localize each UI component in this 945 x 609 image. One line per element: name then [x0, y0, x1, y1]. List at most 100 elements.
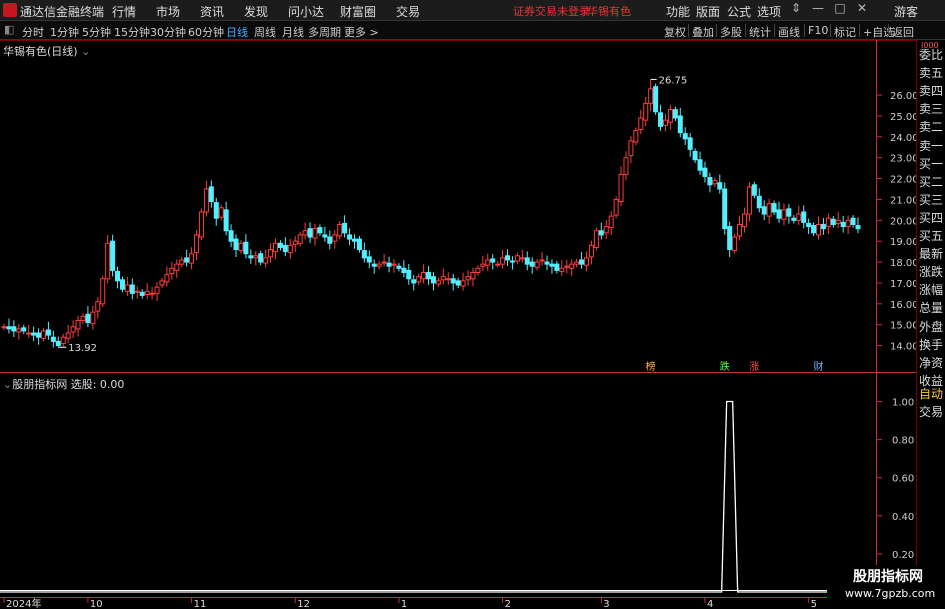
- candle-body: [366, 256, 372, 263]
- candle-body: [485, 259, 491, 266]
- candle-body: [766, 203, 772, 217]
- candle-body: [119, 279, 125, 290]
- period-tab[interactable]: 分时: [22, 24, 44, 40]
- maximize-icon[interactable]: □: [830, 1, 850, 19]
- toolbar-button[interactable]: +自选: [863, 24, 894, 40]
- candle-body: [347, 234, 353, 240]
- menu-item[interactable]: 问小达: [288, 3, 324, 20]
- toolbar-button[interactable]: 画线: [778, 24, 800, 40]
- candle-body: [529, 261, 535, 267]
- candle-body: [756, 195, 762, 209]
- toolbar-button[interactable]: 标记: [834, 24, 856, 40]
- price-tick-label: 23.00: [890, 154, 916, 165]
- candle-body: [31, 332, 37, 336]
- price-tick-label: 17.00: [890, 279, 916, 290]
- price-tick-label: 18.00: [890, 258, 916, 269]
- period-tab[interactable]: 多周期: [308, 24, 341, 40]
- close-icon[interactable]: ✕: [852, 1, 872, 19]
- candle-body: [840, 221, 846, 228]
- candle-body: [70, 326, 76, 333]
- trade-login-notice[interactable]: 证券交易未登录: [513, 3, 590, 19]
- toolbar-button[interactable]: F10: [808, 24, 828, 37]
- candle-body: [396, 265, 402, 269]
- candle-body: [371, 263, 377, 267]
- candle-body: [105, 242, 111, 280]
- candle-body: [500, 257, 506, 265]
- candle-body: [248, 255, 254, 259]
- candle-body: [677, 115, 683, 134]
- period-tab[interactable]: 30分钟: [150, 24, 186, 40]
- price-tick-label: 22.00: [890, 175, 916, 186]
- candle-body: [144, 290, 150, 295]
- quote-row-label: 买五: [919, 229, 944, 243]
- candle-body: [218, 207, 224, 218]
- price-tick-label: 25.00: [890, 112, 916, 123]
- toolbar-button[interactable]: 返回: [892, 24, 914, 40]
- candle-body: [100, 278, 106, 305]
- candle-body: [855, 225, 861, 230]
- candle-body: [741, 213, 747, 228]
- period-tab[interactable]: 周线: [254, 24, 276, 40]
- toolbar-button[interactable]: 复权: [664, 24, 686, 40]
- candle-body: [648, 88, 654, 104]
- candle-body: [115, 270, 121, 282]
- price-tick-label: 20.00: [890, 216, 916, 227]
- toolbar-button[interactable]: 多股: [720, 24, 742, 40]
- menu-item[interactable]: 行情: [112, 3, 136, 20]
- quote-bottom-label[interactable]: 交易: [919, 403, 945, 421]
- toolbar-button[interactable]: 统计: [749, 24, 771, 40]
- candle-body: [203, 188, 209, 213]
- indicator-tick-label: 0.80: [892, 436, 914, 447]
- menu-item[interactable]: 交易: [396, 3, 420, 20]
- period-tab[interactable]: 更多 >: [344, 24, 379, 40]
- right-menu-item[interactable]: 版面: [696, 3, 720, 20]
- candle-body: [544, 261, 550, 265]
- right-menu-item[interactable]: 公式: [727, 3, 751, 20]
- menu-item[interactable]: 市场: [156, 3, 180, 20]
- candle-body: [440, 276, 446, 281]
- candle-body: [845, 219, 851, 228]
- period-tab[interactable]: 月线: [282, 24, 304, 40]
- quote-row-label: 总量: [919, 301, 944, 316]
- candle-body: [80, 315, 86, 322]
- candle-body: [662, 119, 668, 126]
- minimize-icon[interactable]: —: [808, 1, 828, 19]
- candle-body: [628, 140, 634, 157]
- period-tab[interactable]: 1分钟: [50, 24, 79, 40]
- period-tab[interactable]: 15分钟: [114, 24, 150, 40]
- candle-body: [465, 276, 471, 281]
- period-tab[interactable]: 60分钟: [188, 24, 224, 40]
- candle-body: [60, 336, 66, 344]
- quote-bottom-label[interactable]: 自动: [919, 385, 945, 403]
- menu-item[interactable]: 发现: [244, 3, 268, 20]
- price-tick-label: 14.00: [890, 342, 916, 353]
- candle-body: [376, 263, 382, 267]
- candle-body: [490, 258, 496, 263]
- right-menu-item[interactable]: 功能: [666, 3, 690, 20]
- candle-body: [618, 173, 624, 203]
- candle-body: [727, 226, 733, 251]
- expand-panel-icon[interactable]: ◧: [4, 23, 14, 36]
- menu-item[interactable]: 财富圈: [340, 3, 376, 20]
- candle-body: [282, 244, 288, 253]
- candle-body: [806, 222, 812, 228]
- candle-body: [470, 271, 476, 280]
- guest-button[interactable]: 游客: [894, 3, 918, 20]
- period-tab[interactable]: 日线: [226, 24, 248, 40]
- collapse-icon[interactable]: ⇕: [786, 1, 806, 19]
- candle-body: [801, 211, 807, 223]
- time-label: 1: [401, 599, 407, 609]
- chevron-down-icon[interactable]: ⌄: [3, 378, 12, 391]
- kline-chart[interactable]: 14.0015.0016.0017.0018.0019.0020.0021.00…: [0, 40, 916, 609]
- toolbar-separator: [830, 24, 831, 37]
- indicator-name[interactable]: 股朋指标网: [12, 378, 67, 391]
- right-menu-item[interactable]: 选项: [757, 3, 781, 20]
- chevron-down-icon[interactable]: ⌄: [81, 45, 90, 58]
- candle-body: [746, 186, 752, 215]
- toolbar-button[interactable]: 叠加: [692, 24, 714, 40]
- period-tab[interactable]: 5分钟: [82, 24, 111, 40]
- candle-body: [811, 225, 817, 234]
- candle-body: [603, 226, 609, 234]
- menu-item[interactable]: 资讯: [200, 3, 224, 20]
- candle-body: [761, 206, 767, 215]
